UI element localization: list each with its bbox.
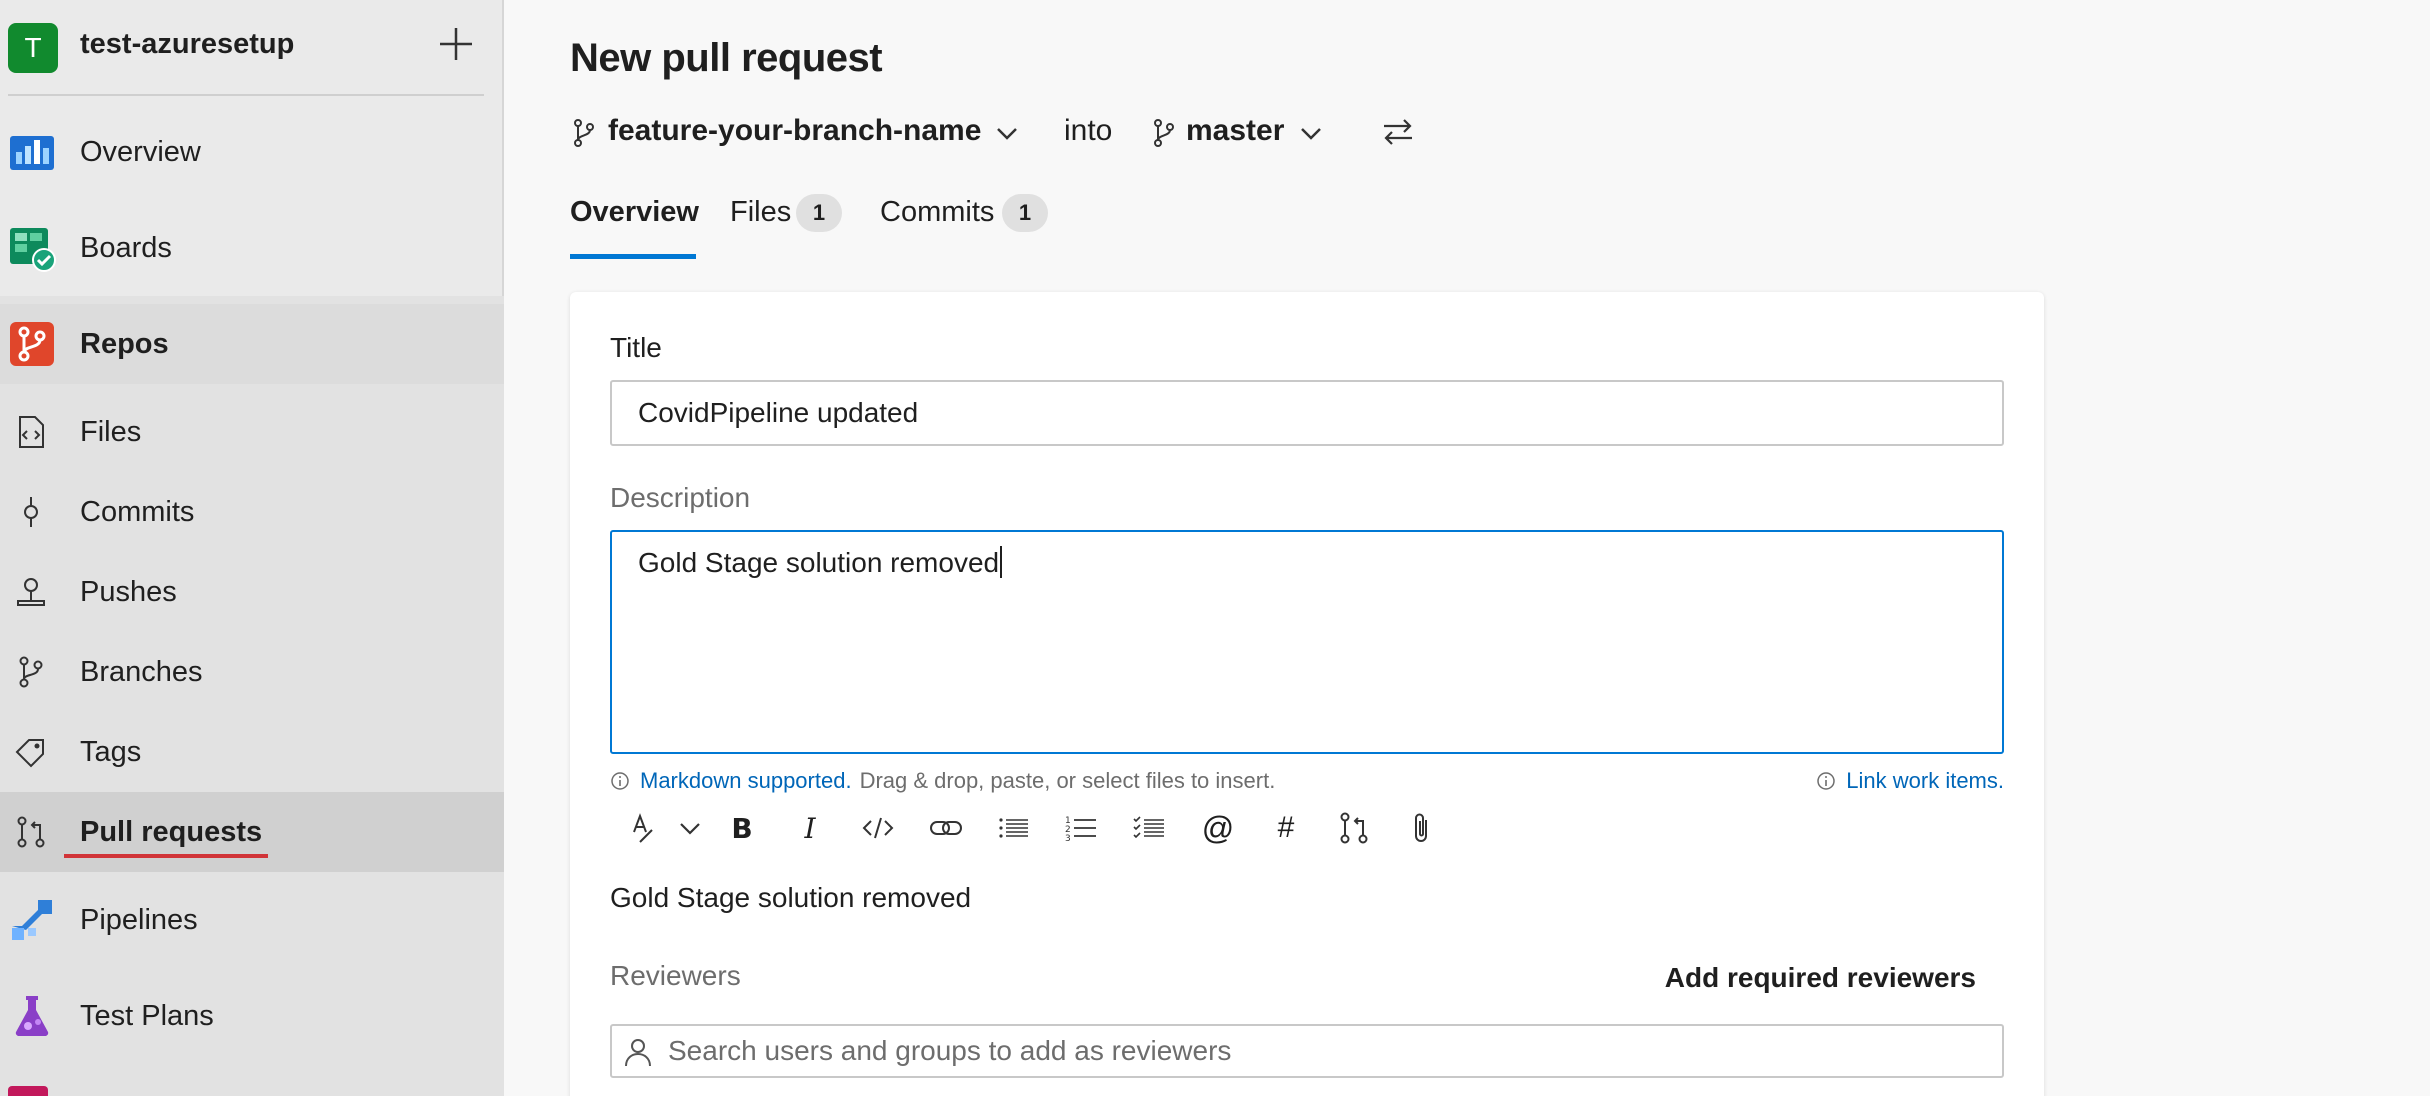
plus-icon[interactable] — [436, 24, 476, 64]
files-count-badge: 1 — [796, 194, 842, 232]
push-icon — [17, 578, 45, 606]
link-work-items-link[interactable]: Link work items. — [1846, 768, 2004, 794]
overview-icon — [10, 136, 54, 170]
branch-icon — [19, 656, 43, 688]
text-style-icon[interactable] — [626, 810, 662, 846]
sidebar-item-label: Repos — [80, 327, 169, 360]
boards-icon — [10, 228, 56, 272]
org-header: T test-azuresetup — [0, 0, 504, 96]
title-input[interactable]: CovidPipeline updated — [610, 380, 2004, 446]
hashtag-icon[interactable]: # — [1268, 810, 1304, 846]
info-icon — [611, 772, 629, 790]
sidebar-item-pull-requests[interactable]: Pull requests — [0, 792, 504, 872]
chevron-down-icon[interactable] — [672, 810, 708, 846]
checklist-icon[interactable] — [1132, 810, 1168, 846]
sidebar-item-tags[interactable]: Tags — [0, 712, 504, 792]
description-textarea[interactable]: Gold Stage solution removed — [610, 530, 2004, 754]
tag-icon — [15, 739, 44, 768]
source-branch-dropdown[interactable]: feature-your-branch-name — [608, 114, 981, 148]
commit-icon — [24, 497, 38, 527]
tab-commits[interactable]: Commits — [880, 196, 994, 229]
page-title: New pull request — [570, 36, 883, 80]
sidebar-item-label: Commits — [80, 495, 195, 528]
text-caret — [1000, 546, 1003, 578]
branch-selector-row: feature-your-branch-name into master — [570, 110, 1470, 156]
bulleted-list-icon[interactable] — [996, 810, 1032, 846]
sidebar-item-label: Branches — [80, 655, 203, 688]
test-plans-icon — [15, 996, 49, 1037]
active-item-indicator — [64, 854, 268, 858]
mention-icon[interactable]: @ — [1200, 810, 1236, 846]
divider — [8, 94, 484, 96]
description-preview: Gold Stage solution removed — [610, 882, 972, 913]
sidebar-item-boards[interactable]: Boards — [0, 208, 504, 288]
file-code-icon — [19, 416, 44, 448]
info-icon — [1817, 772, 1836, 790]
link-work-items-hint: Link work items. — [1816, 768, 2004, 794]
sidebar-item-label: Test Plans — [80, 999, 214, 1032]
reviewers-label: Reviewers — [610, 960, 741, 991]
left-navigation: T test-azuresetup Overview Boards Repos … — [0, 0, 504, 1096]
sidebar-item-branches[interactable]: Branches — [0, 632, 504, 712]
pull-request-icon — [17, 816, 45, 848]
svg-text:3: 3 — [1065, 834, 1071, 844]
sidebar-item-pipelines[interactable]: Pipelines — [0, 880, 504, 960]
numbered-list-icon[interactable]: 1 2 3 — [1064, 810, 1100, 846]
formatting-toolbar: B I 1 2 3 @ # — [610, 802, 1510, 852]
markdown-supported-link[interactable]: Markdown supported. — [640, 768, 852, 794]
title-label: Title — [610, 332, 662, 363]
reviewers-search-placeholder: Search users and groups to add as review… — [668, 1035, 1232, 1066]
sidebar-item-label: Boards — [80, 231, 172, 264]
sidebar-item-overview[interactable]: Overview — [0, 112, 504, 192]
description-label: Description — [610, 482, 751, 513]
tab-overview[interactable]: Overview — [570, 196, 699, 229]
sidebar-item-label: Tags — [80, 735, 142, 768]
chevron-down-icon[interactable] — [1298, 120, 1324, 146]
italic-icon[interactable]: I — [792, 810, 828, 846]
sidebar-item-pushes[interactable]: Pushes — [0, 552, 504, 632]
person-icon — [625, 1039, 651, 1067]
swap-branches-icon[interactable] — [1380, 116, 1416, 148]
pipelines-icon — [12, 900, 52, 940]
bold-icon[interactable]: B — [724, 810, 760, 846]
sidebar-item-test-plans[interactable]: Test Plans — [0, 976, 504, 1056]
sidebar-item-label: Pushes — [80, 575, 177, 608]
sidebar-item-repos[interactable]: Repos — [0, 304, 504, 384]
sidebar-item-label: Files — [80, 415, 142, 448]
title-value: CovidPipeline updated — [638, 397, 919, 428]
add-required-reviewers-button[interactable]: Add required reviewers — [1665, 962, 1976, 994]
org-name[interactable]: test-azuresetup — [80, 28, 294, 61]
sidebar-item-label: Pipelines — [80, 903, 198, 936]
into-label: into — [1064, 114, 1113, 147]
pull-request-form: Title CovidPipeline updated Description … — [570, 292, 2044, 1096]
code-icon[interactable] — [860, 810, 896, 846]
sidebar-item-label: Overview — [80, 135, 201, 168]
repos-icon — [10, 322, 54, 366]
pull-request-icon[interactable] — [1336, 810, 1372, 846]
next-hub-icon — [8, 1086, 48, 1096]
description-value: Gold Stage solution removed — [638, 547, 1000, 578]
branch-icon — [574, 119, 594, 147]
sidebar-item-label: Pull requests — [80, 815, 263, 848]
attachment-icon[interactable] — [1404, 810, 1440, 846]
sidebar-item-files[interactable]: Files — [0, 392, 504, 472]
commits-count-badge: 1 — [1002, 194, 1048, 232]
link-icon[interactable] — [928, 810, 964, 846]
markdown-hint: Markdown supported. Drag & drop, paste, … — [610, 768, 1275, 794]
chevron-down-icon[interactable] — [994, 120, 1020, 146]
tab-bar: Overview Files 1 Commits 1 — [570, 190, 1370, 260]
sidebar-item-commits[interactable]: Commits — [0, 472, 504, 552]
reviewers-search-input[interactable]: Search users and groups to add as review… — [610, 1024, 2004, 1078]
target-branch-dropdown[interactable]: master — [1186, 114, 1284, 148]
active-tab-indicator — [570, 254, 696, 259]
branch-icon — [1154, 119, 1174, 147]
tab-files[interactable]: Files — [730, 196, 791, 229]
main-content: New pull request feature-your-branch-nam… — [506, 0, 2430, 1096]
org-avatar[interactable]: T — [8, 23, 58, 73]
markdown-hint-text: Drag & drop, paste, or select files to i… — [859, 768, 1276, 793]
